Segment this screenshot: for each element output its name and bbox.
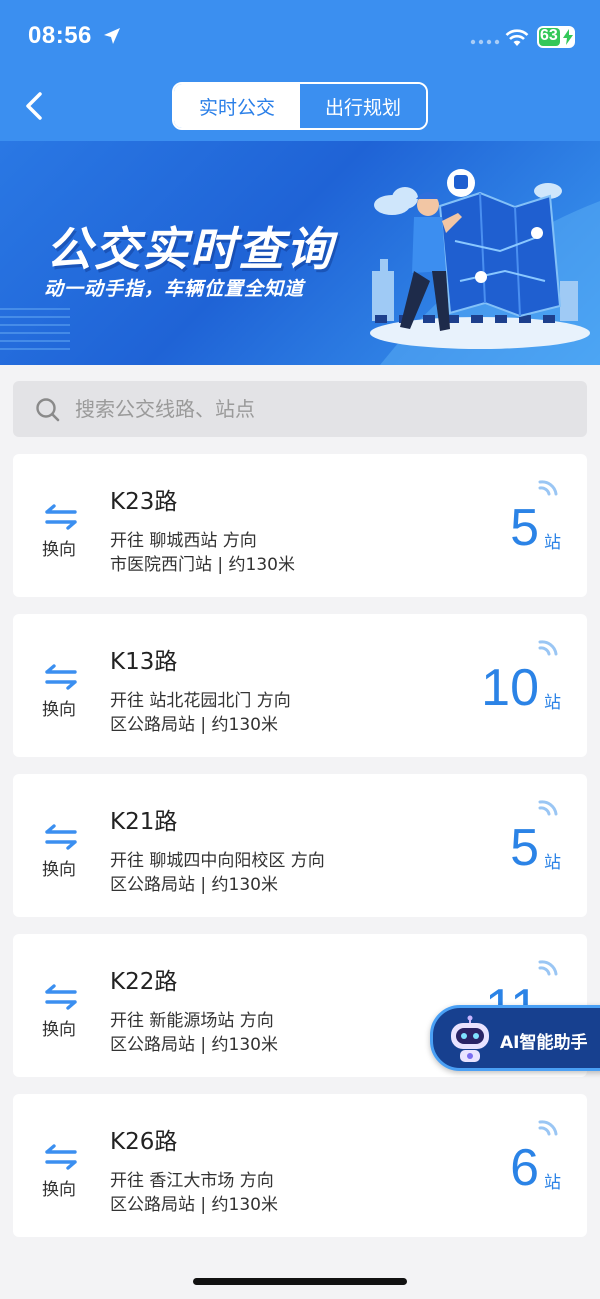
- route-station-distance: 市医院西门站 | 约130米: [110, 555, 295, 575]
- charging-bolt-icon: [563, 29, 573, 45]
- robot-icon: [451, 1015, 489, 1062]
- wifi-icon: [505, 29, 529, 46]
- status-time: 08:56: [28, 22, 92, 49]
- tab-realtime-bus[interactable]: 实时公交: [174, 84, 300, 128]
- route-card-k26[interactable]: 换向 K26路 开往 香江大市场 方向 区公路局站 | 约130米 6 站: [13, 1094, 587, 1237]
- swap-label: 换向: [42, 1020, 76, 1040]
- swap-label: 换向: [42, 1180, 76, 1200]
- route-card-k13[interactable]: 换向 K13路 开往 站北花园北门 方向 区公路局站 | 约130米 10 站: [13, 614, 587, 757]
- swap-arrows-icon: [45, 824, 77, 850]
- swap-label: 换向: [42, 540, 76, 560]
- route-direction: 开往 站北花园北门 方向: [110, 691, 291, 711]
- battery-indicator: 63: [537, 26, 575, 48]
- realtime-signal-icon: [538, 640, 558, 656]
- stops-unit: 站: [544, 1173, 561, 1193]
- status-bar: 08:56 63: [0, 0, 600, 70]
- stops-away-count: 10: [481, 659, 539, 717]
- route-station-distance: 区公路局站 | 约130米: [110, 1195, 278, 1215]
- location-arrow-icon: [104, 28, 120, 44]
- route-direction: 开往 新能源场站 方向: [110, 1011, 274, 1031]
- realtime-signal-icon: [538, 1120, 558, 1136]
- swap-direction-button[interactable]: 换向: [39, 1144, 83, 1200]
- ai-assistant-label: AI智能助手: [500, 1033, 588, 1053]
- swap-direction-button[interactable]: 换向: [39, 984, 83, 1040]
- stops-away-count: 5: [510, 499, 539, 557]
- battery-percent: 63: [540, 27, 558, 44]
- stops-unit: 站: [544, 533, 561, 553]
- route-card-k21[interactable]: 换向 K21路 开往 聊城四中向阳校区 方向 区公路局站 | 约130米 5 站: [13, 774, 587, 917]
- search-bar[interactable]: [13, 381, 587, 437]
- swap-arrows-icon: [45, 664, 77, 690]
- swap-direction-button[interactable]: 换向: [39, 824, 83, 880]
- search-icon: [36, 398, 60, 422]
- route-station-distance: 区公路局站 | 约130米: [110, 715, 278, 735]
- route-direction: 开往 香江大市场 方向: [110, 1171, 274, 1191]
- mode-segmented-control: 实时公交 出行规划: [172, 82, 428, 130]
- search-input[interactable]: [75, 381, 575, 437]
- app-header: 08:56 63 实时公交 出行规划: [0, 0, 600, 141]
- stops-away-count: 6: [510, 1139, 539, 1197]
- ai-assistant-button[interactable]: AI智能助手: [430, 1005, 600, 1071]
- swap-arrows-icon: [45, 504, 77, 530]
- banner-subtitle: 动一动手指，车辆位置全知道: [44, 278, 305, 300]
- back-button[interactable]: [20, 88, 50, 124]
- realtime-signal-icon: [538, 800, 558, 816]
- route-station-distance: 区公路局站 | 约130米: [110, 875, 278, 895]
- stops-away-count: 5: [510, 819, 539, 877]
- swap-arrows-icon: [45, 1144, 77, 1170]
- swap-direction-button[interactable]: 换向: [39, 664, 83, 720]
- home-indicator: [193, 1278, 407, 1285]
- swap-direction-button[interactable]: 换向: [39, 504, 83, 560]
- swap-label: 换向: [42, 860, 76, 880]
- route-name: K23路: [110, 489, 178, 515]
- stops-unit: 站: [544, 693, 561, 713]
- signal-dots-icon: [470, 39, 500, 45]
- route-station-distance: 区公路局站 | 约130米: [110, 1035, 278, 1055]
- banner-title: 公交实时查询: [46, 222, 334, 276]
- realtime-signal-icon: [538, 960, 558, 976]
- realtime-signal-icon: [538, 480, 558, 496]
- tab-trip-planning[interactable]: 出行规划: [300, 84, 426, 128]
- route-name: K21路: [110, 809, 178, 835]
- route-name: K26路: [110, 1129, 178, 1155]
- swap-label: 换向: [42, 700, 76, 720]
- route-name: K22路: [110, 969, 178, 995]
- route-direction: 开往 聊城四中向阳校区 方向: [110, 851, 325, 871]
- stops-unit: 站: [544, 853, 561, 873]
- route-direction: 开往 聊城西站 方向: [110, 531, 257, 551]
- promo-banner: 公交实时查询 动一动手指，车辆位置全知道: [0, 141, 600, 365]
- route-card-k23[interactable]: 换向 K23路 开往 聊城西站 方向 市医院西门站 | 约130米 5 站: [13, 454, 587, 597]
- swap-arrows-icon: [45, 984, 77, 1010]
- route-name: K13路: [110, 649, 178, 675]
